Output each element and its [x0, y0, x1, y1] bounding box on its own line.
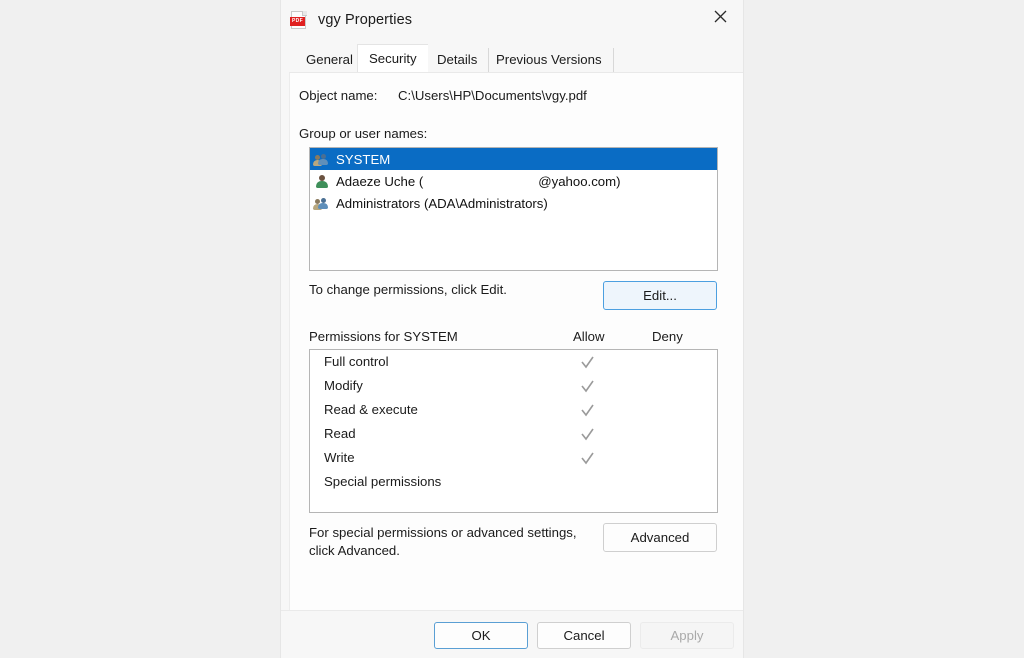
- allow-column-header: Allow: [573, 329, 605, 344]
- advanced-button[interactable]: Advanced: [603, 523, 717, 552]
- cancel-button[interactable]: Cancel: [537, 622, 631, 649]
- permission-name: Modify: [324, 378, 363, 393]
- pdf-badge-label: PDF: [290, 17, 305, 26]
- permission-name: Full control: [324, 354, 389, 369]
- list-item-label: Adaeze Uche ( @yahoo.com): [336, 174, 621, 189]
- permission-name: Read & execute: [324, 402, 418, 417]
- advanced-hint: For special permissions or advanced sett…: [309, 525, 577, 558]
- object-name-label: Object name:: [299, 88, 378, 103]
- edit-button[interactable]: Edit...: [603, 281, 717, 310]
- tab-strip: General Security Details Previous Versio…: [281, 44, 743, 72]
- list-item[interactable]: Administrators (ADA\Administrators): [310, 192, 717, 214]
- list-item-label: Administrators (ADA\Administrators): [336, 195, 548, 211]
- group-or-user-names-label: Group or user names:: [299, 126, 428, 141]
- list-item[interactable]: Adaeze Uche ( @yahoo.com): [310, 170, 717, 192]
- permissions-list[interactable]: Full control Modify Read & execute Read …: [309, 349, 718, 513]
- window-title: vgy Properties: [318, 12, 413, 28]
- table-row[interactable]: Full control: [310, 350, 717, 374]
- table-row[interactable]: Modify: [310, 374, 717, 398]
- allow-checkmark-icon[interactable]: [572, 375, 602, 397]
- permission-name: Read: [324, 426, 356, 441]
- table-row[interactable]: Special permissions: [310, 470, 717, 494]
- list-item-label-suffix: @yahoo.com): [538, 173, 621, 189]
- tab-security[interactable]: Security: [357, 44, 428, 72]
- close-icon[interactable]: [697, 0, 743, 32]
- tab-previous-versions[interactable]: Previous Versions: [485, 48, 614, 72]
- table-row[interactable]: Read & execute: [310, 398, 717, 422]
- pdf-file-icon: PDF: [290, 11, 308, 29]
- group-icon: [313, 151, 330, 167]
- group-or-user-names-list[interactable]: SYSTEM Adaeze Uche ( @yahoo.com) Administ…: [309, 147, 718, 271]
- table-row[interactable]: Read: [310, 422, 717, 446]
- object-name-value: C:\Users\HP\Documents\vgy.pdf: [398, 88, 587, 103]
- allow-checkmark-icon[interactable]: [572, 399, 602, 421]
- list-item-label-prefix: Adaeze Uche (: [336, 173, 424, 189]
- permissions-for-label: Permissions for SYSTEM: [309, 329, 458, 344]
- edit-permissions-hint: To change permissions, click Edit.: [309, 282, 507, 297]
- tab-general[interactable]: General: [295, 48, 365, 72]
- list-item-label: SYSTEM: [336, 151, 391, 167]
- allow-checkmark-icon[interactable]: [572, 447, 602, 469]
- permission-name: Special permissions: [324, 474, 442, 489]
- permission-name: Write: [324, 450, 355, 465]
- group-icon: [313, 195, 330, 211]
- tab-details[interactable]: Details: [426, 48, 490, 72]
- apply-button: Apply: [640, 622, 734, 649]
- table-row[interactable]: Write: [310, 446, 717, 470]
- allow-checkmark-icon[interactable]: [572, 351, 602, 373]
- title-bar: PDF vgy Properties: [281, 0, 743, 40]
- list-item[interactable]: SYSTEM: [310, 148, 717, 170]
- deny-column-header: Deny: [652, 329, 683, 344]
- ok-button[interactable]: OK: [434, 622, 528, 649]
- allow-checkmark-icon[interactable]: [572, 423, 602, 445]
- user-icon: [314, 173, 330, 189]
